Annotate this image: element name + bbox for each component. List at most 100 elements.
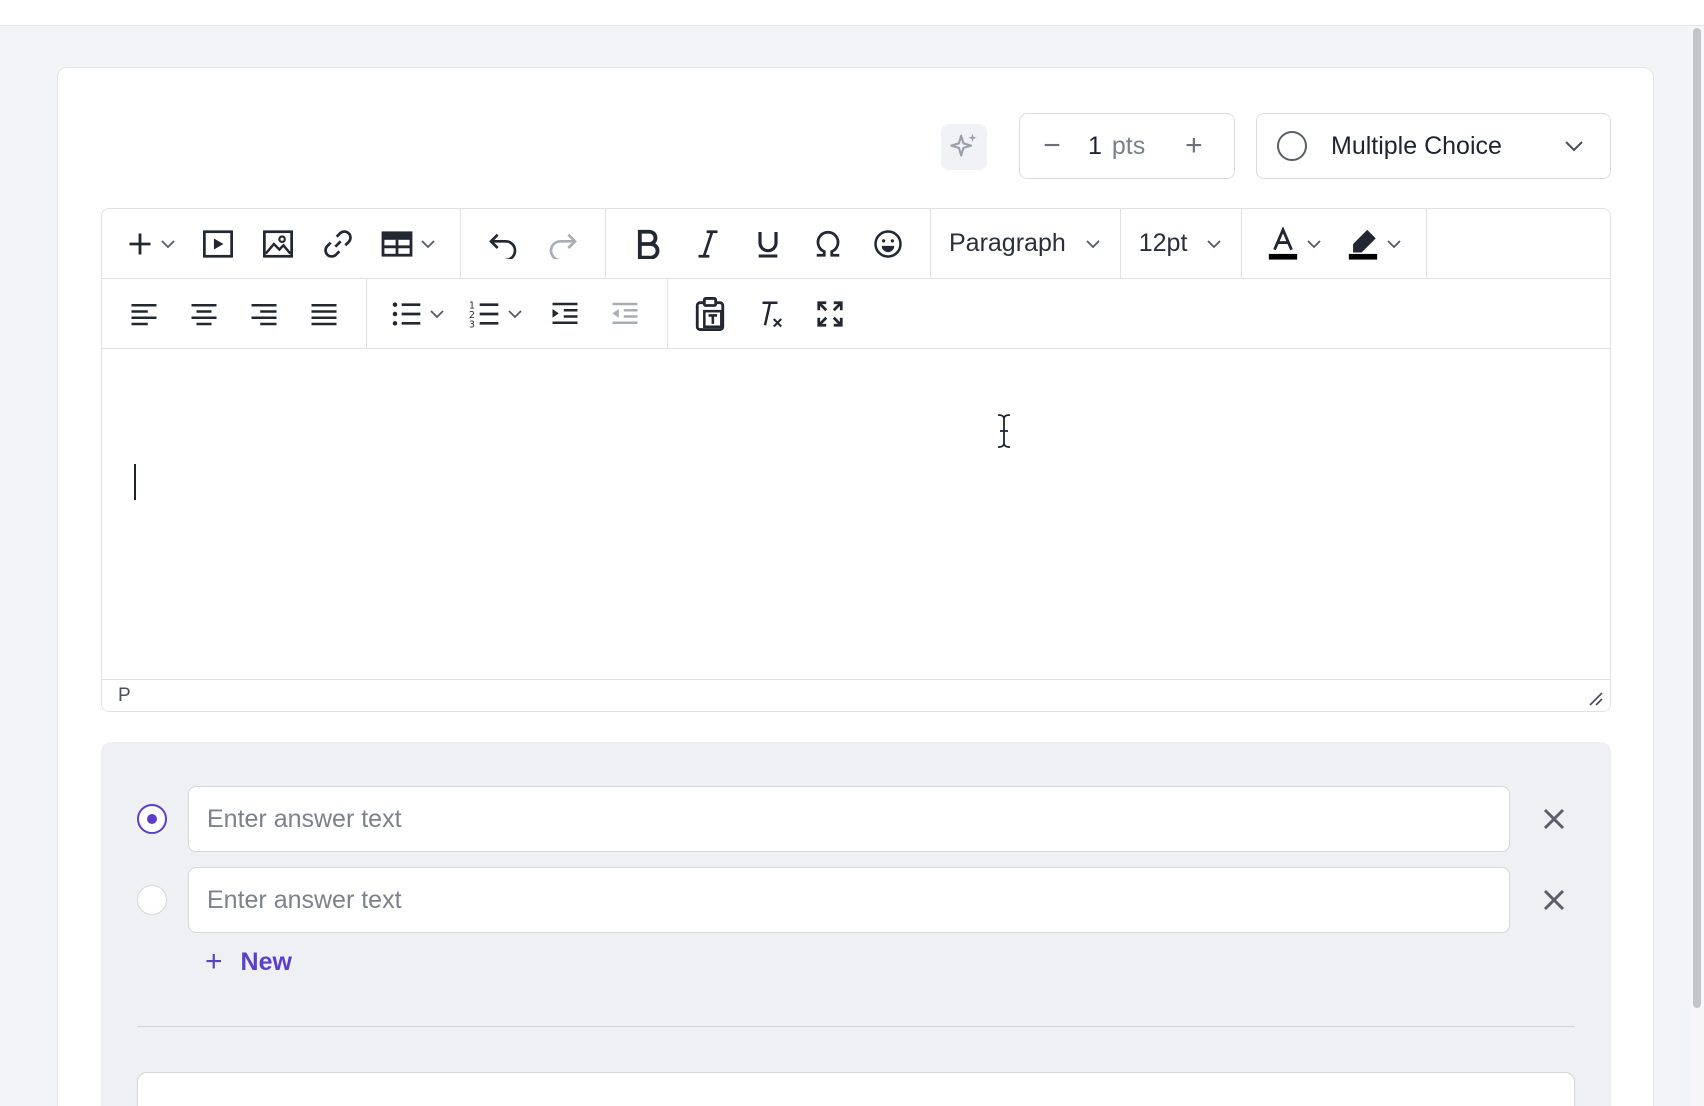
omega-icon [816,230,840,257]
bullet-list-icon [392,301,421,326]
editor-content-area[interactable] [102,350,1610,682]
insert-link-button[interactable] [314,220,362,268]
text-color-button[interactable] [1260,220,1328,268]
paste-as-text-button[interactable] [686,290,734,338]
align-center-button[interactable] [180,290,228,338]
radio-circle-icon [1277,131,1307,161]
toolbar-row-1: Paragraph 12pt [102,209,1610,279]
font-size-value: 12pt [1138,229,1188,257]
toolbar-group-fontsize: 12pt [1121,209,1243,278]
add-answer-button[interactable]: + New [205,942,292,982]
remove-answer-button[interactable] [1539,885,1569,915]
toolbar-group-lists: 123 [367,279,668,348]
clear-format-icon [762,301,782,327]
table-icon [381,230,413,257]
ai-assist-button[interactable] [941,124,987,170]
insert-table-button[interactable] [374,220,442,268]
align-right-icon [251,303,277,325]
divider [137,1026,1575,1027]
top-bar [0,0,1704,26]
align-left-icon [131,303,157,325]
insert-media-button[interactable] [194,220,242,268]
answer-row [101,867,1611,933]
chevron-down-icon [1387,239,1402,248]
close-icon [1543,889,1565,911]
fullscreen-icon [817,300,843,327]
align-left-button[interactable] [120,290,168,338]
underline-button[interactable] [744,220,792,268]
font-size-select[interactable]: 12pt [1139,220,1224,268]
points-value[interactable]: 1 [1088,132,1102,161]
highlighter-icon [1349,229,1378,260]
feedback-field[interactable] [137,1072,1575,1106]
editor-statusbar: P [102,679,1610,711]
underline-icon [758,231,778,257]
highlight-color-button[interactable] [1340,220,1408,268]
emoji-icon [874,229,902,258]
answer-text-input[interactable] [188,867,1510,933]
chevron-down-icon [508,309,522,318]
bullet-list-button[interactable] [385,290,451,338]
points-increment-button[interactable]: + [1162,114,1226,178]
resize-handle-icon[interactable] [1586,689,1604,707]
plus-icon [129,233,151,254]
scrollbar-thumb[interactable] [1693,28,1701,1008]
align-justify-button[interactable] [300,290,348,338]
question-type-select[interactable]: Multiple Choice [1256,113,1611,179]
element-path[interactable]: P [118,685,131,707]
indent-button[interactable] [541,290,589,338]
chevron-down-icon [421,239,435,248]
chevron-down-icon [1565,141,1583,152]
answer-row [101,786,1611,852]
italic-icon [698,229,718,258]
image-icon [263,229,293,258]
align-right-button[interactable] [240,290,288,338]
bold-icon [637,229,660,259]
bold-button[interactable] [624,220,672,268]
add-answer-label: New [240,947,292,976]
numbered-list-button[interactable]: 123 [463,290,529,338]
svg-text:3: 3 [469,319,475,329]
block-format-select[interactable]: Paragraph [949,220,1102,268]
answer-text-input[interactable] [188,786,1510,852]
undo-icon [489,233,517,259]
toolbar-group-format [606,209,931,278]
correct-answer-radio[interactable] [137,885,167,915]
toolbar-group-block: Paragraph [931,209,1121,278]
redo-icon [549,233,577,259]
chevron-down-icon [161,239,175,248]
clear-formatting-button[interactable] [746,290,794,338]
insert-menu-button[interactable] [120,220,182,268]
chevron-down-icon [1307,239,1322,248]
numbered-list-icon: 123 [469,300,499,329]
toolbar-group-color [1242,209,1428,278]
points-decrement-button[interactable]: − [1020,114,1084,178]
paste-text-icon [695,296,725,331]
text-color-icon [1269,226,1298,260]
emoji-button[interactable] [864,220,912,268]
outdent-button[interactable] [601,290,649,338]
answer-options-panel: + New [101,742,1611,1106]
video-icon [203,229,233,258]
close-icon [1543,808,1565,830]
undo-button[interactable] [479,220,527,268]
plus-icon: + [205,945,223,978]
question-type-label: Multiple Choice [1331,131,1502,160]
italic-button[interactable] [684,220,732,268]
points-unit: pts [1111,131,1146,160]
special-character-button[interactable] [804,220,852,268]
rich-text-editor: Paragraph 12pt 1 2 3 P [101,208,1611,712]
toolbar-group-history [461,209,606,278]
correct-answer-radio[interactable] [137,804,167,834]
toolbar-group-insert [102,209,461,278]
page-scrollbar[interactable] [1690,26,1704,1106]
toolbar-group-misc [668,279,872,348]
remove-answer-button[interactable] [1539,804,1569,834]
fullscreen-button[interactable] [806,290,854,338]
redo-button[interactable] [539,220,587,268]
ibeam-cursor-icon [997,414,1011,448]
insert-image-button[interactable] [254,220,302,268]
chevron-down-icon [1086,239,1100,248]
toolbar-group-align [102,279,367,348]
toolbar-row-2: 123 [102,279,1610,349]
